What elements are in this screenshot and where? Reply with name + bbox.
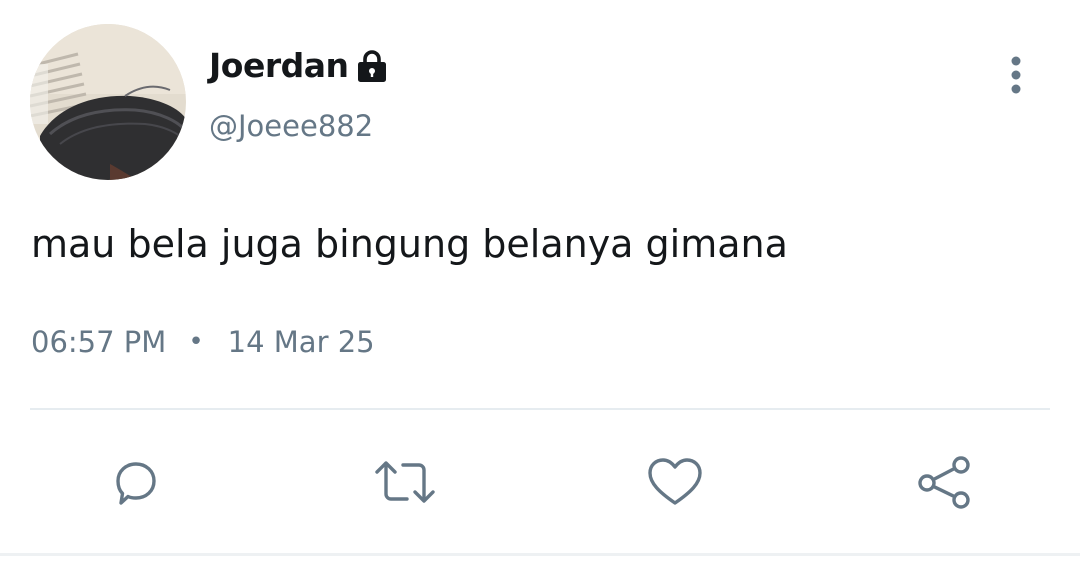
more-vertical-icon bbox=[1011, 56, 1021, 94]
bottom-border bbox=[0, 553, 1080, 556]
reply-button[interactable] bbox=[104, 450, 168, 514]
user-handle[interactable]: @Joeee882 bbox=[209, 106, 373, 146]
like-button[interactable] bbox=[643, 450, 707, 514]
tweet-time: 06:57 PM bbox=[31, 325, 167, 359]
reply-icon bbox=[116, 462, 156, 505]
tweet-meta: 06:57 PM • 14 Mar 25 bbox=[31, 321, 375, 363]
retweet-button[interactable] bbox=[373, 450, 437, 514]
display-name-row[interactable]: Joerdan bbox=[209, 44, 388, 88]
avatar-image bbox=[30, 24, 186, 180]
heart-icon bbox=[648, 458, 702, 505]
display-name: Joerdan bbox=[209, 46, 349, 85]
lock-icon bbox=[356, 49, 388, 83]
meta-separator: • bbox=[188, 327, 204, 357]
retweet-icon bbox=[375, 461, 435, 503]
more-options-button[interactable] bbox=[996, 52, 1036, 98]
action-bar bbox=[0, 450, 1080, 514]
tweet-date: 14 Mar 25 bbox=[227, 325, 375, 359]
share-button[interactable] bbox=[912, 450, 976, 514]
avatar[interactable] bbox=[30, 24, 186, 180]
share-icon bbox=[918, 456, 970, 509]
divider bbox=[30, 408, 1050, 410]
tweet-text: mau bela juga bingung belanya gimana bbox=[31, 222, 788, 266]
tweet-card: Joerdan @Joeee882 mau bela juga bingung … bbox=[0, 0, 1080, 573]
